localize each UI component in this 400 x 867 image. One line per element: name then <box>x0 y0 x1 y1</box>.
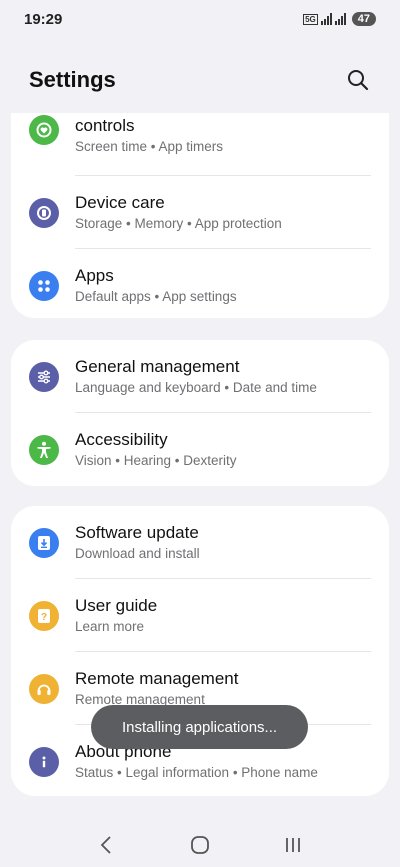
recent-apps-button[interactable] <box>273 825 313 865</box>
home-button[interactable] <box>180 825 220 865</box>
item-subtitle: Vision • Hearing • Dexterity <box>75 453 237 468</box>
item-subtitle: Default apps • App settings <box>75 289 237 304</box>
signal-strength-icon <box>320 13 332 25</box>
settings-item-digital-wellbeing[interactable]: controls Screen time • App timers <box>11 113 389 176</box>
search-button[interactable] <box>344 66 372 94</box>
item-title: controls <box>75 116 135 135</box>
home-icon <box>191 835 209 854</box>
back-button[interactable] <box>87 825 127 865</box>
device-care-icon <box>29 197 59 228</box>
battery-level: 47 <box>351 12 376 26</box>
settings-item-apps[interactable]: Apps Default apps • App settings <box>11 249 389 318</box>
item-title: Apps <box>75 266 114 285</box>
navigation-bar <box>0 822 400 867</box>
general-management-icon <box>29 361 59 392</box>
settings-card-3: Software update Download and install ? U… <box>11 506 389 796</box>
item-subtitle: Status • Legal information • Phone name <box>75 765 318 780</box>
settings-item-device-care[interactable]: Device care Storage • Memory • App prote… <box>11 176 389 249</box>
software-update-icon <box>29 527 59 558</box>
settings-item-general-management[interactable]: General management Language and keyboard… <box>11 340 389 413</box>
status-time: 19:29 <box>24 10 63 28</box>
svg-text:?: ? <box>41 612 47 623</box>
back-icon <box>100 835 111 854</box>
item-title: Remote management <box>75 669 239 688</box>
toast-message: Installing applications... <box>91 705 308 749</box>
item-subtitle: Download and install <box>75 546 200 561</box>
item-title: Device care <box>75 193 165 212</box>
network-type-badge: 5G <box>303 13 318 25</box>
item-subtitle: Language and keyboard • Date and time <box>75 380 317 395</box>
status-bar: 19:29 5G 47 <box>0 0 400 38</box>
item-title: Software update <box>75 523 199 542</box>
settings-card-2: General management Language and keyboard… <box>11 340 389 486</box>
page-header: Settings <box>0 58 400 102</box>
settings-item-accessibility[interactable]: Accessibility Vision • Hearing • Dexteri… <box>11 413 389 486</box>
page-title: Settings <box>29 67 116 92</box>
digital-wellbeing-icon <box>29 115 59 145</box>
settings-item-user-guide[interactable]: ? User guide Learn more <box>11 579 389 652</box>
item-subtitle: Storage • Memory • App protection <box>75 216 282 231</box>
settings-card-1: controls Screen time • App timers Device… <box>11 113 389 318</box>
status-icons: 5G 47 <box>303 12 376 26</box>
item-subtitle: Screen time • App timers <box>75 139 224 154</box>
item-title: User guide <box>75 596 158 615</box>
search-icon <box>348 70 369 91</box>
user-guide-icon: ? <box>29 600 59 631</box>
remote-management-icon <box>29 673 59 704</box>
accessibility-icon <box>29 434 59 465</box>
item-subtitle: Learn more <box>75 619 145 634</box>
item-title: General management <box>75 357 240 376</box>
item-title: Accessibility <box>75 430 168 449</box>
apps-icon <box>29 270 59 301</box>
settings-item-software-update[interactable]: Software update Download and install <box>11 506 389 579</box>
recent-apps-icon <box>286 837 301 852</box>
about-phone-icon <box>29 746 59 777</box>
signal-strength-icon-2 <box>334 13 346 25</box>
